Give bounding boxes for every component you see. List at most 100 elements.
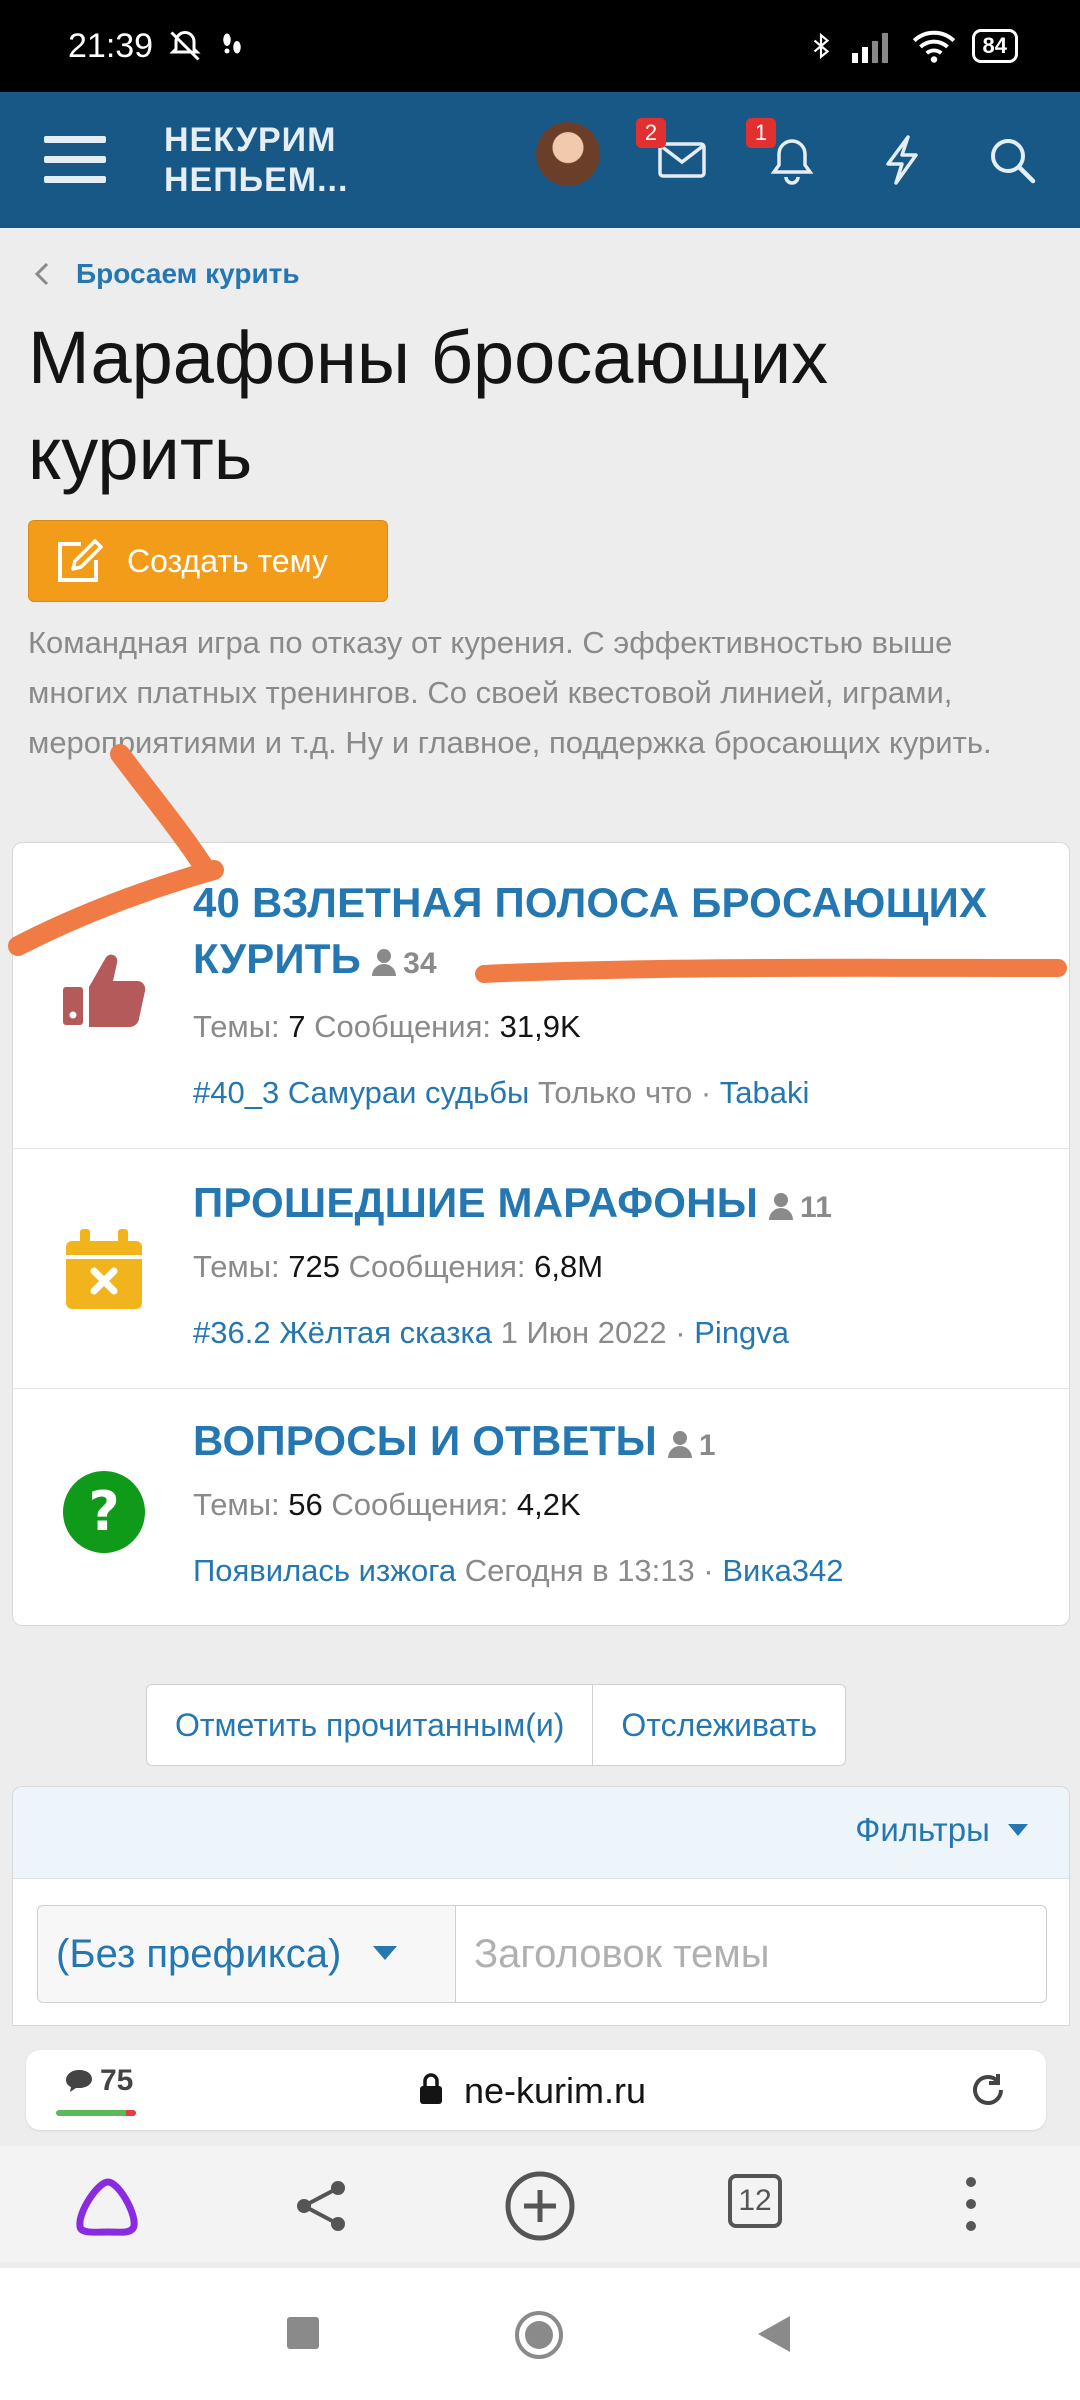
breadcrumb[interactable]: Бросаем курить [34, 258, 300, 290]
comment-icon [66, 2070, 92, 2092]
last-post-user[interactable]: Вика342 [722, 1553, 843, 1588]
user-avatar[interactable] [536, 122, 600, 186]
whats-new-button[interactable] [872, 130, 932, 190]
threads-label: Темы: [193, 1009, 280, 1044]
browser-address-bar[interactable]: 75 ne-kurim.ru [26, 2050, 1046, 2130]
threads-count: 56 [288, 1487, 323, 1522]
list-item: ПРОШЕДШИЕ МАРАФОНЫ 11 Темы: 725 Сообщения… [13, 1149, 1069, 1389]
threads-count: 7 [288, 1009, 306, 1044]
node-users: 1 [667, 1429, 716, 1462]
node-title-text[interactable]: ВОПРОСЫ И ОТВЕТЫ [193, 1417, 657, 1464]
new-tab-icon[interactable] [504, 2170, 576, 2242]
last-post-time: Сегодня в 13:13 [464, 1553, 695, 1588]
alerts-button[interactable]: 1 [746, 118, 822, 190]
user-icon [769, 1193, 794, 1220]
logo-line-1: НЕКУРИМ [164, 121, 337, 159]
last-post-user[interactable]: Tabaki [720, 1075, 810, 1110]
annotation-arrow [8, 744, 1067, 983]
threads-count: 725 [288, 1249, 341, 1284]
messages-count: 31,9K [499, 1009, 581, 1044]
node-users-count: 11 [800, 1191, 833, 1224]
caret-down-icon [373, 1946, 398, 1960]
alerts-badge: 1 [746, 118, 776, 148]
alice-assistant-icon[interactable] [76, 2176, 140, 2236]
watch-button[interactable]: Отслеживать [592, 1685, 845, 1765]
page-title: Марафоны бросающих курить [28, 316, 829, 495]
svg-text:?: ? [88, 1480, 119, 1543]
question-icon: ? [59, 1467, 149, 1557]
status-time: 21:39 [68, 26, 154, 65]
recent-apps-icon[interactable] [286, 2316, 320, 2350]
prefix-select[interactable]: (Без префикса) [37, 1905, 455, 2003]
share-icon[interactable] [292, 2178, 352, 2234]
messages-label: Сообщения: [314, 1009, 492, 1044]
last-post-time: 1 Июн 2022 [500, 1315, 667, 1350]
node-stats: Темы: 56 Сообщения: 4,2K [193, 1487, 581, 1523]
last-thread-link[interactable]: Появилась изжога [193, 1553, 456, 1588]
logo-line-2: НЕПЬЕМ... [164, 161, 349, 199]
last-thread-link[interactable]: #40_3 Самураи судьбы [193, 1075, 529, 1110]
bell-muted-icon [169, 30, 201, 61]
browser-toolbar: 12 [0, 2146, 1080, 2262]
last-post-user[interactable]: Pingva [694, 1315, 789, 1350]
user-icon [667, 1431, 692, 1458]
tabs-count: 12 [738, 2184, 772, 2217]
node-title[interactable]: ПРОШЕДШИЕ МАРАФОНЫ 11 [193, 1175, 1053, 1236]
messages-count: 4,2K [516, 1487, 581, 1522]
lightning-icon [886, 135, 918, 185]
chevron-left-icon [34, 262, 49, 286]
node-last-post: #36.2 Жёлтая сказка 1 Июн 2022 · Pingva [193, 1315, 790, 1350]
create-thread-button[interactable]: Создать тему [28, 520, 388, 602]
filter-panel: Фильтры (Без префикса) [12, 1786, 1070, 2026]
more-options-icon[interactable] [958, 2174, 984, 2234]
last-thread-link[interactable]: #36.2 Жёлтая сказка [193, 1315, 492, 1350]
tabs-counter[interactable]: 12 [728, 2174, 782, 2228]
battery-indicator: 84 [971, 29, 1018, 63]
last-post-time: Только что [537, 1075, 693, 1110]
messages-badge: 2 [636, 118, 666, 148]
threads-label: Темы: [193, 1249, 280, 1284]
filter-header: Фильтры [13, 1787, 1069, 1879]
list-item: ? ВОПРОСЫ И ОТВЕТЫ 1 Темы: 56 Сообщения: … [13, 1389, 1069, 1625]
mark-read-button[interactable]: Отметить прочитанным(и) [147, 1685, 592, 1765]
threads-label: Темы: [193, 1487, 280, 1522]
forum-actions: Отметить прочитанным(и) Отслеживать [146, 1684, 847, 1766]
node-stats: Темы: 725 Сообщения: 6,8M [193, 1249, 603, 1285]
breadcrumb-label[interactable]: Бросаем курить [76, 258, 300, 290]
footsteps-icon [223, 33, 241, 54]
status-bar: 21:39 84 [0, 0, 1080, 92]
site-logo[interactable]: НЕКУРИМ НЕПЬЕМ... [164, 120, 348, 200]
system-navigation-bar [0, 2268, 1080, 2400]
node-last-post: Появилась изжога Сегодня в 13:13 · Вика3… [193, 1553, 844, 1588]
node-last-post: #40_3 Самураи судьбы Только что · Tabaki [193, 1075, 810, 1110]
prefix-select-value: (Без префикса) [56, 1932, 342, 1976]
back-icon[interactable] [756, 2314, 792, 2354]
calendar-x-icon [59, 1225, 149, 1315]
comments-count[interactable]: 75 [100, 2064, 133, 2098]
lock-icon [420, 2073, 442, 2104]
messages-label: Сообщения: [331, 1487, 509, 1522]
bluetooth-icon [813, 32, 829, 60]
edit-icon [58, 539, 103, 582]
node-title[interactable]: ВОПРОСЫ И ОТВЕТЫ 1 [193, 1413, 1053, 1474]
node-users-count: 1 [698, 1429, 716, 1462]
node-stats: Темы: 7 Сообщения: 31,9K [193, 1009, 581, 1045]
messages-button[interactable]: 2 [636, 118, 712, 190]
signal-icon [851, 33, 888, 63]
hamburger-menu-icon[interactable] [44, 132, 106, 188]
wifi-icon [912, 30, 955, 63]
reload-icon[interactable] [968, 2070, 1008, 2110]
node-users: 11 [768, 1191, 832, 1224]
caret-down-icon [1008, 1824, 1028, 1836]
node-title-text[interactable]: ПРОШЕДШИЕ МАРАФОНЫ [193, 1179, 758, 1226]
filters-toggle[interactable]: Фильтры [855, 1811, 1029, 1849]
search-icon [991, 139, 1036, 184]
filters-label: Фильтры [855, 1811, 990, 1848]
messages-label: Сообщения: [348, 1249, 526, 1284]
thread-title-input[interactable] [455, 1905, 1047, 2003]
messages-count: 6,8M [534, 1249, 604, 1284]
comments-rating-bar [56, 2110, 136, 2116]
search-button[interactable] [982, 130, 1042, 190]
home-icon[interactable] [514, 2310, 564, 2360]
url-text[interactable]: ne-kurim.ru [464, 2070, 646, 2112]
